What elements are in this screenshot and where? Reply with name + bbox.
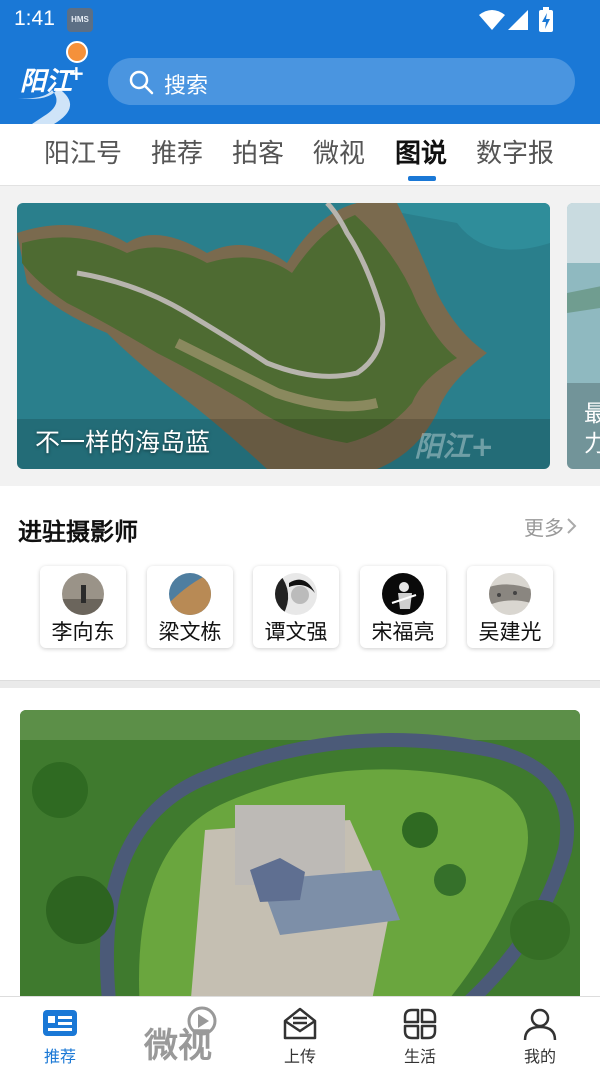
nav-upload[interactable]: 上传 (240, 997, 360, 1066)
tab-paike[interactable]: 拍客 (232, 136, 284, 176)
more-label: 更多 (524, 516, 564, 540)
avatar (382, 573, 424, 615)
weishi-logo-icon: 微视 (144, 1006, 217, 1063)
wifi-icon (479, 10, 505, 30)
feed-item-image[interactable] (20, 710, 580, 996)
slide-watermark: 阳江+ (414, 430, 494, 463)
avatar (62, 573, 104, 615)
tab-digital-paper[interactable]: 数字报 (476, 136, 554, 176)
avatar (169, 573, 211, 615)
photographer-card[interactable]: 吴建光 (467, 566, 553, 648)
photographer-card[interactable]: 谭文强 (253, 566, 339, 648)
photographer-name: 梁文栋 (158, 620, 222, 644)
yangjiang-logo-icon: 阳江 + (18, 41, 88, 124)
nav-mine[interactable]: 我的 (480, 997, 600, 1066)
chevron-right-icon (567, 518, 577, 534)
photographers-section: 进驻摄影师 更多 李向东 梁文栋 谭文强 宋福亮 吴建光 (0, 486, 600, 680)
nav-label: 我的 (523, 1047, 556, 1066)
photographer-card[interactable]: 梁文栋 (147, 566, 233, 648)
photographer-card[interactable]: 宋福亮 (360, 566, 446, 648)
svg-text:+: + (68, 61, 85, 85)
photographer-name: 谭文强 (264, 620, 328, 644)
pavilion-aerial-photo (20, 710, 580, 996)
battery-charging-icon (539, 7, 553, 32)
section-title: 进驻摄影师 (18, 518, 138, 546)
app-logo[interactable]: 阳江 + (14, 40, 94, 124)
tab-yangjianghao[interactable]: 阳江号 (44, 136, 122, 176)
svg-text:微视: 微视 (144, 1026, 212, 1063)
section-divider (0, 680, 600, 688)
more-link[interactable]: 更多 (524, 512, 578, 541)
nav-life[interactable]: 生活 (360, 997, 480, 1066)
bottom-navigation: 推荐 微视 上传 生活 我的 (0, 996, 600, 1066)
feed-list (0, 688, 600, 996)
nav-label: 推荐 (43, 1047, 76, 1066)
search-icon (129, 70, 154, 95)
status-bar: 1:41 HMS (0, 0, 600, 40)
nav-recommend[interactable]: 推荐 (0, 997, 120, 1066)
app-header: 阳江 + 搜索 (0, 40, 600, 124)
slide-caption-partial: 最力 (584, 401, 600, 457)
tab-tushuo[interactable]: 图说 (395, 136, 447, 176)
photo-carousel[interactable]: 不一样的海岛蓝 阳江+ 最力 (0, 186, 600, 486)
carousel-slide-next[interactable]: 最力 (567, 203, 600, 469)
carousel-slide[interactable]: 不一样的海岛蓝 阳江+ (17, 203, 550, 469)
avatar (489, 573, 531, 615)
nav-label: 上传 (283, 1047, 316, 1066)
photographer-card[interactable]: 李向东 (40, 566, 126, 648)
photographer-name: 宋福亮 (371, 620, 435, 644)
user-icon (523, 1008, 557, 1041)
upload-icon (283, 1007, 317, 1040)
news-icon (43, 1010, 77, 1036)
active-tab-indicator (408, 176, 436, 181)
nav-weishi[interactable]: 微视 (120, 997, 240, 1066)
hms-badge-icon: HMS (67, 8, 93, 32)
photographer-name: 吴建光 (478, 620, 542, 644)
search-input[interactable]: 搜索 (108, 58, 575, 105)
life-icon (403, 1008, 437, 1040)
search-placeholder: 搜索 (164, 74, 209, 99)
avatar (275, 573, 317, 615)
category-tabs: 阳江号 推荐 拍客 微视 图说 数字报 (0, 124, 600, 186)
svg-text:阳江: 阳江 (20, 67, 75, 97)
nav-label: 生活 (403, 1047, 436, 1066)
tab-weishi[interactable]: 微视 (313, 136, 365, 176)
photographer-name: 李向东 (51, 620, 115, 644)
tab-recommend[interactable]: 推荐 (151, 136, 203, 176)
signal-icon (508, 10, 528, 30)
status-time: 1:41 (14, 7, 55, 30)
slide-caption: 不一样的海岛蓝 (35, 428, 211, 457)
